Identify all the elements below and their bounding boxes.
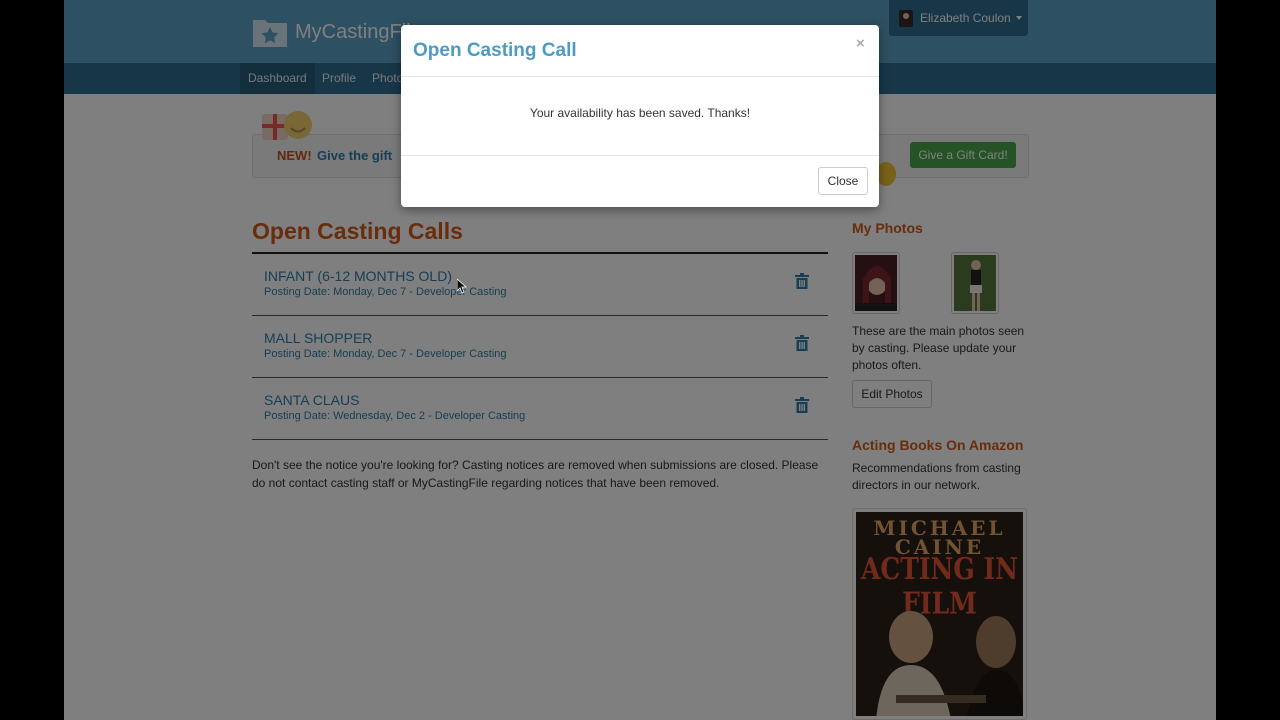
modal-message: Your availability has been saved. Thanks… bbox=[529, 106, 751, 120]
close-button[interactable]: Close bbox=[818, 167, 868, 195]
modal-header: Open Casting Call × bbox=[401, 25, 879, 77]
modal-title: Open Casting Call bbox=[413, 40, 577, 61]
modal-body: Your availability has been saved. Thanks… bbox=[401, 77, 879, 156]
open-casting-call-modal: Open Casting Call × Your availability ha… bbox=[401, 25, 879, 207]
mouse-cursor-icon bbox=[456, 278, 468, 299]
close-icon[interactable]: × bbox=[856, 35, 865, 52]
